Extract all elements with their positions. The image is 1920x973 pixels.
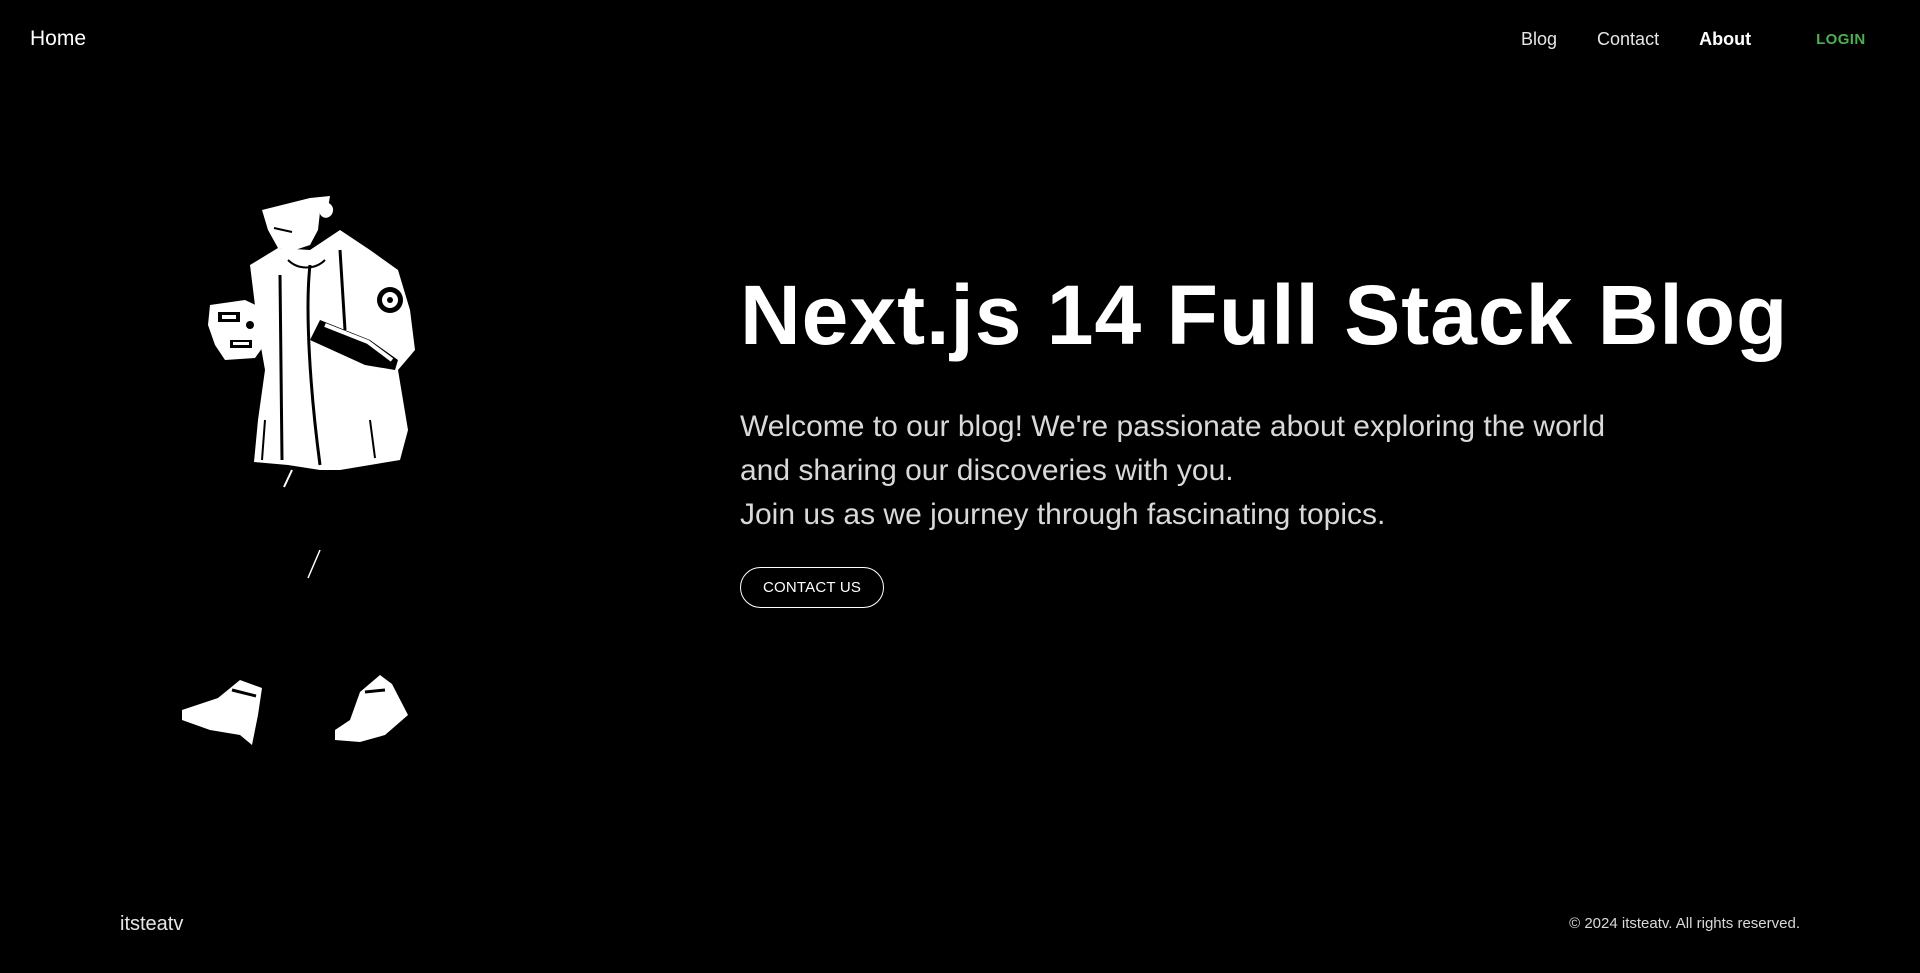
nav-links: Blog Contact About LOGIN [1521, 29, 1866, 50]
person-holding-phone-illustration [170, 190, 430, 760]
hero-description-line: and sharing our discoveries with you. [740, 454, 1234, 487]
nav-link-contact[interactable]: Contact [1597, 29, 1659, 50]
nav-home-link[interactable]: Home [30, 27, 86, 51]
hero-description-line: Welcome to our blog! We're passionate ab… [740, 410, 1606, 443]
hero-section: Next.js 14 Full Stack Blog Welcome to ou… [740, 265, 1789, 608]
footer-copyright: © 2024 itsteatv. All rights reserved. [1569, 915, 1800, 932]
login-button[interactable]: LOGIN [1816, 31, 1866, 48]
nav-link-about[interactable]: About [1699, 29, 1751, 50]
contact-us-button[interactable]: CONTACT US [740, 567, 885, 608]
hero-title: Next.js 14 Full Stack Blog [740, 268, 1789, 362]
nav-link-blog[interactable]: Blog [1521, 29, 1557, 50]
illustration-svg [182, 196, 415, 745]
page: Home Blog Contact About LOGIN Next.js 14… [0, 0, 1920, 973]
navbar: Home Blog Contact About LOGIN [0, 0, 1920, 80]
hero-description-line: Join us as we journey through fascinatin… [740, 498, 1386, 531]
hero-description: Welcome to our blog! We're passionate ab… [740, 405, 1740, 537]
footer-brand: itsteatv [120, 913, 184, 935]
